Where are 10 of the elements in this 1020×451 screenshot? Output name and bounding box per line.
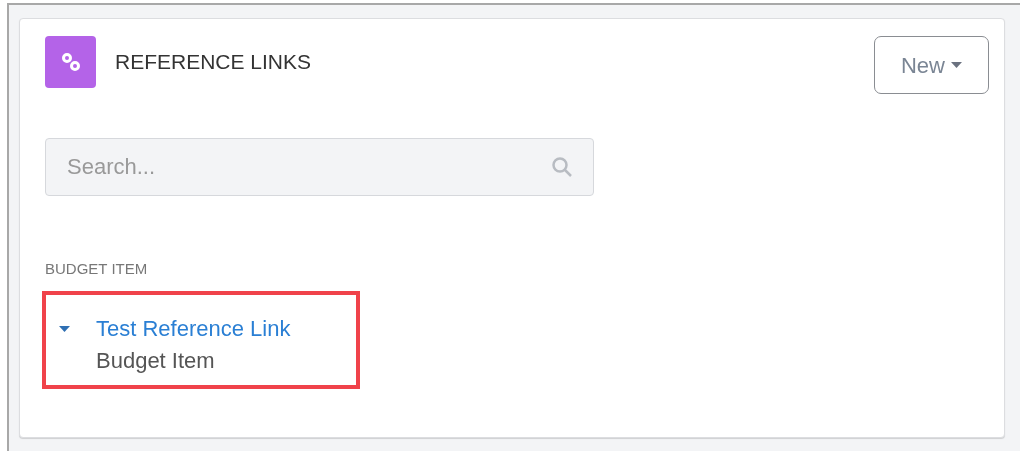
reference-link[interactable]: Test Reference Link: [96, 313, 291, 344]
link-icon: [45, 36, 96, 88]
new-button[interactable]: New: [874, 36, 989, 94]
group-heading: BUDGET ITEM: [45, 259, 149, 279]
panel-title: REFERENCE LINKS: [115, 49, 312, 76]
caret-icon[interactable]: [59, 325, 70, 332]
caret-icon: [951, 62, 962, 68]
search-icon: [551, 156, 573, 178]
link-type: Budget Item: [96, 346, 216, 375]
search-field[interactable]: Search...: [45, 138, 594, 196]
